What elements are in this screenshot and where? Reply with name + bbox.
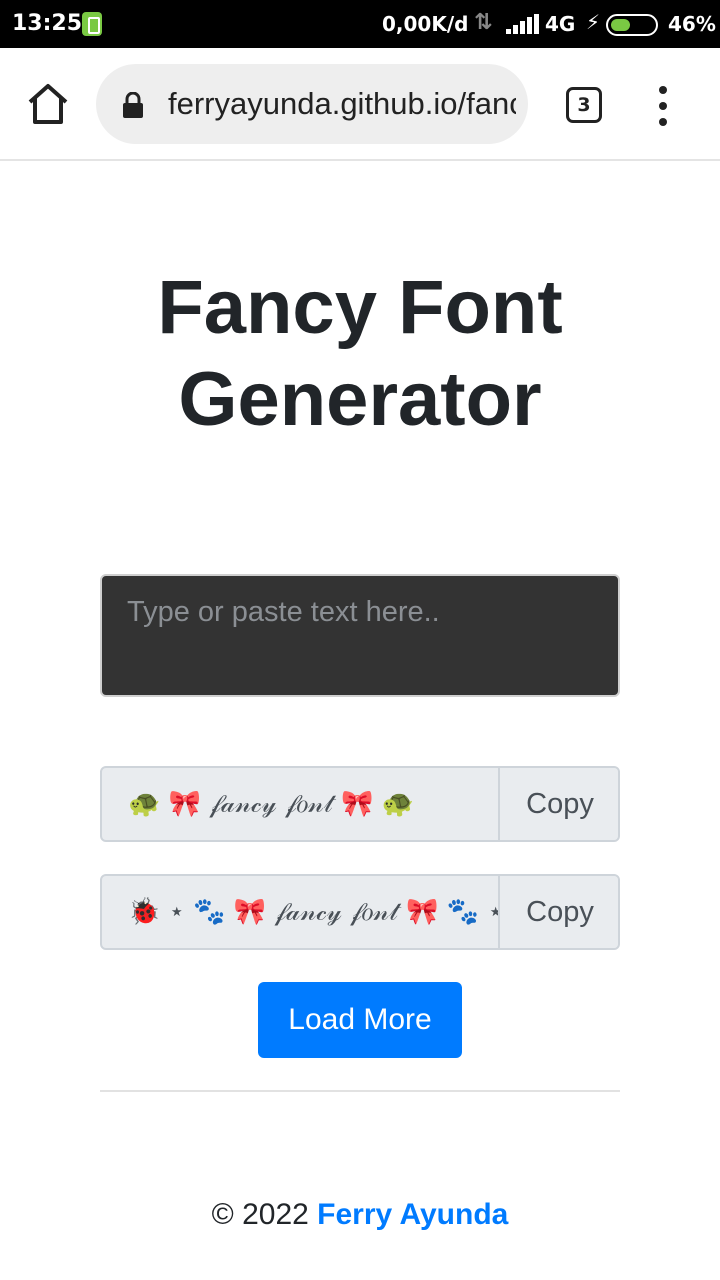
- result-row: 🐢 🎀 𝒻𝒶𝓃𝒸𝓎 𝒻𝑜𝓃𝓉 🎀 🐢 Copy: [100, 766, 620, 842]
- browser-toolbar: ferryayunda.github.io/fancy-font-generat…: [0, 48, 720, 161]
- data-transfer-icon: ⇅: [474, 10, 493, 35]
- charging-icon: ⚡: [586, 10, 601, 34]
- status-network-type: 4G: [545, 12, 576, 36]
- load-more-button[interactable]: Load More: [258, 982, 462, 1058]
- text-input[interactable]: [100, 574, 620, 697]
- result-text[interactable]: 🐞 ⋆ 🐾 🎀 𝒻𝒶𝓃𝒸𝓎 𝒻𝑜𝓃𝓉 🎀 🐾 ⋆ 🐞: [102, 876, 498, 948]
- status-net-speed: 0,00K/d: [382, 12, 469, 36]
- address-bar[interactable]: ferryayunda.github.io/fancy-font-generat…: [96, 64, 528, 144]
- footer-author-link[interactable]: Ferry Ayunda: [317, 1198, 508, 1231]
- home-button[interactable]: [24, 80, 72, 128]
- footer: © 2022 Ferry Ayunda: [0, 1198, 720, 1232]
- result-text[interactable]: 🐢 🎀 𝒻𝒶𝓃𝒸𝓎 𝒻𝑜𝓃𝓉 🎀 🐢: [102, 768, 498, 840]
- battery-fill: [611, 19, 630, 31]
- more-menu-icon[interactable]: [652, 86, 676, 126]
- url-text: ferryayunda.github.io/fancy-font-generat…: [168, 86, 516, 121]
- status-time: 13:25: [12, 11, 83, 36]
- page-title: Fancy Font Generator: [157, 265, 563, 442]
- divider: [100, 1090, 620, 1092]
- footer-copyright: © 2022: [211, 1198, 309, 1231]
- battery-saver-icon: [82, 12, 102, 36]
- tab-switcher-button[interactable]: 3: [566, 87, 602, 123]
- copy-button[interactable]: Copy: [498, 768, 618, 840]
- status-battery-percent: 46%: [668, 12, 716, 36]
- result-row: 🐞 ⋆ 🐾 🎀 𝒻𝒶𝓃𝒸𝓎 𝒻𝑜𝓃𝓉 🎀 🐾 ⋆ 🐞 Copy: [100, 874, 620, 950]
- lock-icon: [123, 92, 143, 118]
- status-bar: 13:25 0,00K/d ⇅ 4G ⚡ 46%: [0, 0, 720, 48]
- home-icon: [28, 84, 68, 124]
- signal-icon: [506, 14, 539, 34]
- battery-icon: [606, 14, 658, 36]
- copy-button[interactable]: Copy: [498, 876, 618, 948]
